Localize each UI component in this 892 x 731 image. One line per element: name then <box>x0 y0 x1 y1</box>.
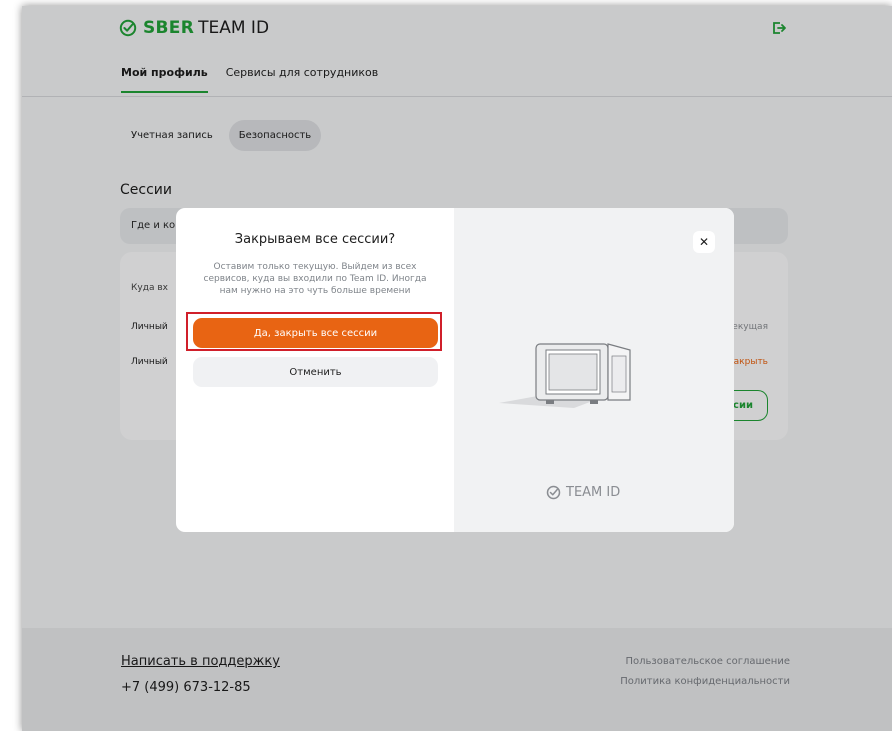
dialog-content: Закрываем все сессии? Оставим только тек… <box>176 208 454 532</box>
close-icon[interactable]: ✕ <box>693 231 715 253</box>
cancel-button[interactable]: Отменить <box>193 357 438 387</box>
team-id-brand-text: TEAM ID <box>566 485 621 500</box>
app-window: SBER TEAM ID Мой профиль Сервисы для сот… <box>22 6 892 731</box>
close-sessions-dialog: Закрываем все сессии? Оставим только тек… <box>176 208 734 532</box>
empty-cabinet-illustration <box>499 343 631 408</box>
team-id-logo-icon <box>546 485 561 500</box>
dialog-description: Оставим только текущую. Выйдем из всех с… <box>203 262 427 296</box>
dialog-illustration-panel: ✕ TEAM ID <box>454 208 734 532</box>
confirm-close-all-button[interactable]: Да, закрыть все сессии <box>193 318 438 348</box>
team-id-brand: TEAM ID <box>546 485 620 500</box>
dialog-title: Закрываем все сессии? <box>234 232 396 247</box>
